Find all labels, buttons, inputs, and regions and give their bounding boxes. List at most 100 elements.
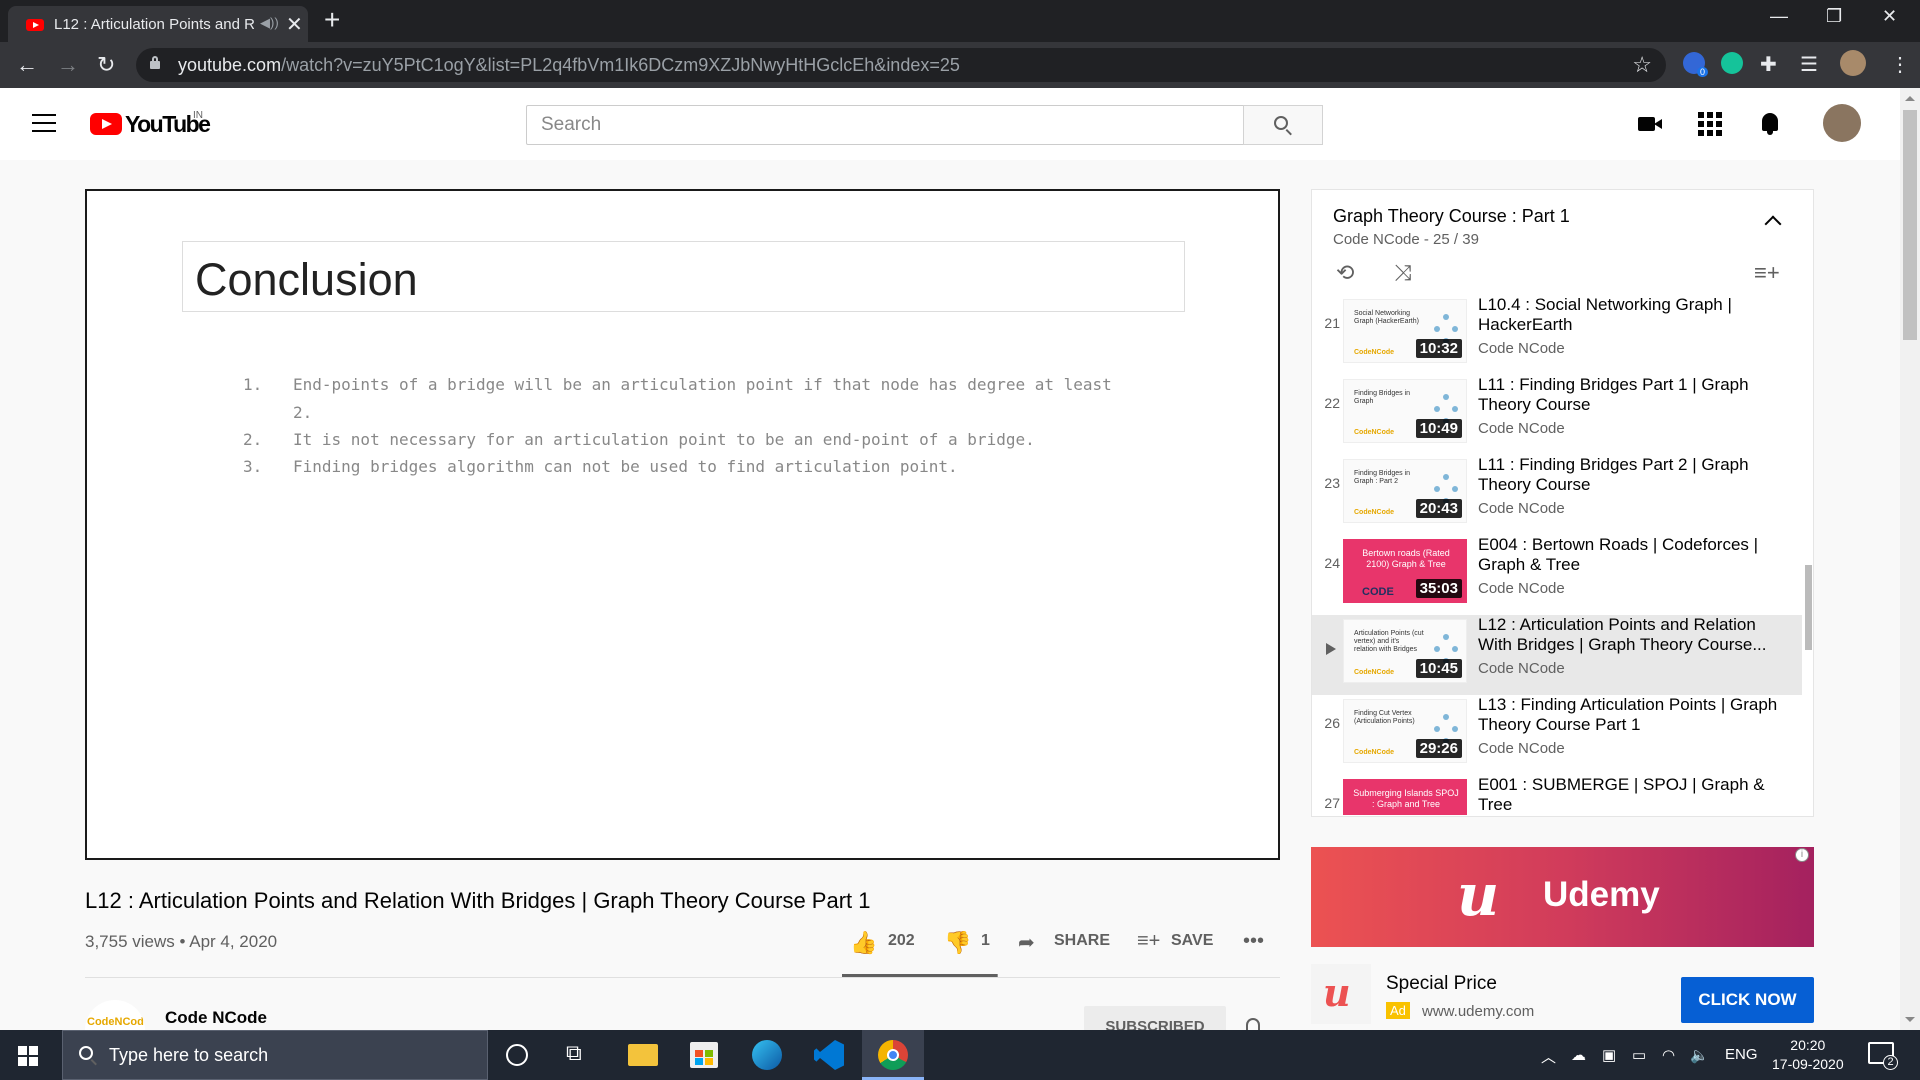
wifi-icon[interactable]: ◠ (1662, 1046, 1675, 1064)
playlist-item[interactable]: 26 Finding Cut Vertex (Articulation Point… (1312, 695, 1802, 775)
collapse-chevron-icon[interactable] (1764, 215, 1782, 233)
playlist-item-thumbnail[interactable]: Social Networking Graph (HackerEarth) Cod… (1343, 299, 1467, 363)
forward-icon[interactable]: → (57, 52, 79, 78)
scrollbar-thumb[interactable] (1903, 110, 1917, 340)
like-count[interactable]: 202 (888, 932, 915, 950)
playlist-scrollbar[interactable] (1805, 565, 1812, 650)
loop-icon[interactable]: ⟲ (1336, 260, 1354, 286)
playlist-item-channel[interactable]: Code NCode (1478, 340, 1565, 357)
action-center-icon[interactable]: 2 (1868, 1042, 1898, 1070)
video-player[interactable]: Conclusion 1. End-points of a bridge wil… (85, 189, 1280, 860)
playlist-item-thumbnail[interactable]: Finding Bridges in Graph CodeNCode 10:49 (1343, 379, 1467, 443)
ad-advertiser-logo[interactable]: u (1311, 964, 1371, 1024)
volume-icon[interactable]: 🔈 (1690, 1046, 1709, 1064)
playlist-item-title[interactable]: L13 : Finding Articulation Points | Grap… (1478, 695, 1778, 735)
playlist-item-thumbnail[interactable]: Bertown roads (Rated 2100) Graph & Tree C… (1343, 539, 1467, 603)
thumbnail-text: Bertown roads (Rated 2100) Graph & Tree (1362, 548, 1450, 569)
windows-start-icon[interactable] (18, 1046, 38, 1066)
playlist-item-thumbnail[interactable]: Finding Cut Vertex (Articulation Points)… (1343, 699, 1467, 763)
taskbar-clock[interactable]: 20:20 17-09-2020 (1772, 1036, 1844, 1074)
playlist-item[interactable]: 24 Bertown roads (Rated 2100) Graph & Tre… (1312, 535, 1802, 615)
grammarly-icon[interactable] (1721, 52, 1743, 74)
ad-banner[interactable]: u Udemy (1311, 847, 1814, 947)
playlist-item[interactable]: 21 Social Networking Graph (HackerEarth) C… (1312, 295, 1802, 375)
playlist-item-title[interactable]: L11 : Finding Bridges Part 1 | Graph The… (1478, 375, 1778, 415)
user-avatar[interactable] (1823, 104, 1861, 142)
back-icon[interactable]: ← (16, 52, 38, 78)
profile-avatar-icon[interactable] (1840, 50, 1866, 76)
notification-bell-icon[interactable] (1246, 1018, 1260, 1030)
dislike-count[interactable]: 1 (981, 932, 990, 950)
ad-cta-button[interactable]: CLICK NOW (1681, 977, 1814, 1023)
page-scrollbar[interactable] (1900, 88, 1920, 1030)
playlist-item[interactable]: 27 Submerging Islands SPOJ : Graph and Tr… (1312, 775, 1802, 815)
channel-name[interactable]: Code NCode (165, 1008, 267, 1028)
share-button[interactable]: SHARE (1054, 932, 1110, 950)
tab-audio-icon[interactable]: ◀)) (260, 15, 279, 31)
more-actions-icon[interactable]: ••• (1243, 930, 1264, 953)
search-box[interactable] (526, 105, 1244, 145)
youtube-logo-icon[interactable] (90, 113, 122, 135)
shuffle-icon[interactable]: ⤨ (1394, 260, 1412, 286)
onedrive-icon[interactable]: ☁ (1571, 1046, 1586, 1064)
playlist-item-channel[interactable]: Code NCode (1478, 660, 1565, 677)
playlist-item-thumbnail[interactable]: Articulation Points (cut vertex) and it'… (1343, 619, 1467, 683)
playlist-item-title[interactable]: L10.4 : Social Networking Graph | Hacker… (1478, 295, 1778, 335)
cortana-icon[interactable] (506, 1044, 528, 1066)
playlist-item-channel[interactable]: Code NCode (1478, 500, 1565, 517)
extensions-puzzle-icon[interactable]: ✚ (1760, 52, 1782, 76)
save-playlist-icon[interactable]: ≡+ (1137, 930, 1160, 953)
tray-app-icon[interactable]: ▣ (1602, 1046, 1616, 1064)
chrome-menu-icon[interactable]: ⋮ (1890, 52, 1912, 76)
playlist-item-channel[interactable]: Code NCode (1478, 420, 1565, 437)
apps-grid-icon[interactable] (1696, 110, 1724, 138)
playlist-add-icon[interactable]: ≡+ (1754, 260, 1780, 286)
playlist-item[interactable]: 23 Finding Bridges in Graph : Part 2 CodeN… (1312, 455, 1802, 535)
vscode-icon[interactable] (814, 1040, 844, 1070)
playlist-item-thumbnail[interactable]: Submerging Islands SPOJ : Graph and Tree (1343, 779, 1467, 815)
playlist-item-title[interactable]: E001 : SUBMERGE | SPOJ | Graph & Tree (1478, 775, 1778, 815)
create-video-icon[interactable] (1636, 110, 1664, 138)
scroll-up-icon[interactable] (1905, 96, 1915, 101)
extension-check-icon[interactable]: 0 (1683, 52, 1708, 77)
store-icon[interactable] (690, 1042, 718, 1068)
playlist-item-channel[interactable]: Code NCode (1478, 740, 1565, 757)
playlist-item-thumbnail[interactable]: Finding Bridges in Graph : Part 2 CodeNCo… (1343, 459, 1467, 523)
playlist-item-title[interactable]: L12 : Articulation Points and Relation W… (1478, 615, 1778, 655)
ad-info-icon[interactable]: i (1795, 848, 1809, 862)
ad-title[interactable]: Special Price (1386, 973, 1497, 995)
battery-icon[interactable]: ▭ (1632, 1046, 1646, 1064)
tray-overflow-icon[interactable]: ︿ (1541, 1046, 1556, 1067)
playlist-title[interactable]: Graph Theory Course : Part 1 (1333, 206, 1570, 227)
file-explorer-icon[interactable] (628, 1044, 658, 1066)
save-button[interactable]: SAVE (1171, 932, 1213, 950)
playlist-item-title[interactable]: L11 : Finding Bridges Part 2 | Graph The… (1478, 455, 1778, 495)
hamburger-menu-icon[interactable] (32, 114, 56, 132)
media-controls-icon[interactable]: ☰ (1800, 52, 1822, 76)
window-close-icon[interactable]: ✕ (1882, 6, 1897, 27)
task-view-icon[interactable]: ⧉ (566, 1040, 596, 1070)
scroll-down-icon[interactable] (1905, 1017, 1915, 1022)
playlist-item-title[interactable]: E004 : Bertown Roads | Codeforces | Grap… (1478, 535, 1778, 575)
browser-tab[interactable]: L12 : Articulation Points and Relation W… (8, 6, 308, 42)
like-icon[interactable]: 👍 (850, 930, 877, 956)
dislike-icon[interactable]: 👎 (944, 930, 971, 956)
address-bar[interactable]: youtube.com/watch?v=zuY5PtC1ogY&list=PL2… (136, 48, 1666, 82)
tab-close-icon[interactable]: ✕ (286, 12, 303, 37)
bookmark-star-icon[interactable]: ☆ (1632, 52, 1652, 78)
edge-browser-icon[interactable] (752, 1040, 782, 1070)
notifications-bell-icon[interactable] (1756, 110, 1784, 138)
playlist-item[interactable]: Articulation Points (cut vertex) and it'… (1312, 615, 1802, 695)
playlist-item[interactable]: 22 Finding Bridges in Graph CodeNCode 10:49… (1312, 375, 1802, 455)
taskbar-search[interactable]: Type here to search (62, 1030, 488, 1080)
new-tab-button[interactable]: + (324, 4, 340, 36)
playlist-item-channel[interactable]: Code NCode (1478, 580, 1565, 597)
share-icon[interactable]: ➦ (1018, 930, 1035, 955)
search-button[interactable] (1243, 105, 1323, 145)
language-indicator[interactable]: ENG (1725, 1046, 1758, 1063)
search-input[interactable] (527, 106, 1243, 144)
reload-icon[interactable]: ↻ (97, 52, 115, 78)
taskbar-chrome-button[interactable] (862, 1030, 924, 1080)
minimize-icon[interactable]: — (1770, 6, 1788, 27)
restore-icon[interactable]: ❐ (1826, 6, 1842, 27)
